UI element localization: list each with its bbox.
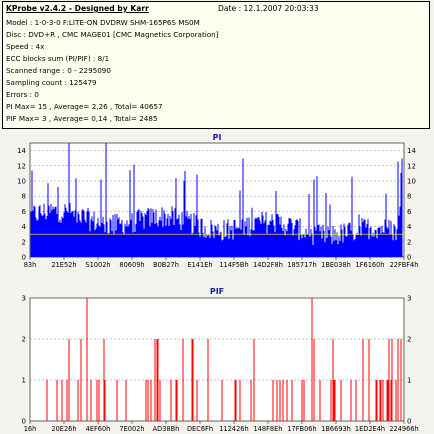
errors-line: Errors : 0 bbox=[6, 90, 39, 99]
pif-chart: PIF0 01 12 23 316h 20E26h 4EF60h 7E002h AD38Bh DE… bbox=[0, 281, 434, 434]
x-tick-label: 185717h bbox=[287, 261, 316, 269]
x-tick-label: 7E002h bbox=[119, 425, 144, 433]
scanned-range-line: Scanned range : 0 - 2295090 bbox=[6, 66, 111, 75]
x-tick-label: 20E26h bbox=[51, 425, 76, 433]
x-tick-label: 1B6693h bbox=[321, 425, 351, 433]
y-tick-right: 2 bbox=[407, 238, 411, 246]
y-tick-left: 1 bbox=[22, 377, 26, 385]
x-tick-label: 14D2F8h bbox=[253, 261, 283, 269]
pi-stats-line: PI Max= 15 , Average= 2,26 , Total= 4065… bbox=[6, 102, 163, 111]
pi-chart-panel: PI 0 0 2 2 4 4 6 6 8 8 10 10 12 12 14 14 83h 21E52h S1002h 8… bbox=[0, 131, 434, 275]
y-tick-right: 6 bbox=[407, 208, 412, 216]
ecc-blocks-line: ECC blocks sum (PI/PIF) : 8/1 bbox=[6, 54, 110, 63]
x-tick-label: AD38Bh bbox=[153, 425, 180, 433]
disc-info-panel: KProbe v2.4.2 - Designed by Karr Date : … bbox=[2, 1, 430, 129]
x-tick-label: 1ED2E4h bbox=[355, 425, 385, 433]
plot-area bbox=[29, 297, 405, 422]
app-title: KProbe v2.4.2 - Designed by Karr bbox=[6, 4, 149, 13]
chart-title: PIF bbox=[210, 287, 224, 296]
disc-line: Disc : DVD+R , CMC MAGE01 [CMC Magnetics… bbox=[6, 30, 219, 39]
scan-date: Date : 12.1.2007 20:03:33 bbox=[218, 4, 319, 13]
x-tick-label: 112426h bbox=[219, 425, 248, 433]
y-tick-right: 10 bbox=[407, 178, 416, 186]
y-tick-left: 3 bbox=[22, 295, 26, 303]
x-tick-label: DEC6Fh bbox=[187, 425, 213, 433]
x-tick-label: 4EF60h bbox=[86, 425, 111, 433]
sampling-count-line: Sampling count : 125479 bbox=[6, 78, 97, 87]
y-tick-right: 14 bbox=[407, 147, 416, 155]
y-tick-left: 10 bbox=[17, 178, 26, 186]
x-tick-label: 17FB06h bbox=[287, 425, 316, 433]
pif-chart-panel: PIF 0 0 1 1 2 2 3 3 16h 20E26h 4EF60h 7E002h AD38Bh DE… bbox=[0, 281, 434, 434]
x-tick-label: 224966h bbox=[389, 425, 418, 433]
y-tick-right: 8 bbox=[407, 193, 411, 201]
y-tick-right: 2 bbox=[407, 336, 411, 344]
model-line: Model : 1-0-3-0 F:LITE-ON DVDRW SHM-165P… bbox=[6, 18, 200, 27]
x-tick-label: 83h bbox=[24, 261, 37, 269]
speed-line: Speed : 4x bbox=[6, 42, 45, 51]
y-tick-right: 4 bbox=[407, 223, 412, 231]
x-tick-label: 114F5Bh bbox=[219, 261, 248, 269]
y-tick-left: 6 bbox=[22, 208, 27, 216]
y-tick-left: 8 bbox=[22, 193, 26, 201]
x-tick-label: 22FBF4h bbox=[390, 261, 419, 269]
x-tick-label: B0B27h bbox=[153, 261, 179, 269]
y-tick-left: 12 bbox=[17, 162, 26, 170]
y-tick-left: 4 bbox=[22, 223, 27, 231]
y-tick-right: 3 bbox=[407, 295, 411, 303]
x-tick-label: 1F6160h bbox=[356, 261, 385, 269]
y-tick-left: 2 bbox=[22, 238, 26, 246]
y-tick-left: 2 bbox=[22, 336, 26, 344]
x-tick-label: S1002h bbox=[85, 261, 110, 269]
y-tick-right: 12 bbox=[407, 162, 416, 170]
x-tick-label: E141Eh bbox=[187, 261, 212, 269]
chart-title: PI bbox=[213, 133, 222, 142]
pif-stats-line: PIF Max= 3 , Average= 0,14 , Total= 2485 bbox=[6, 114, 158, 123]
pi-chart: PI0 02 24 46 68 810 1012 1214 1483h 21E52h S1002h 8… bbox=[0, 131, 434, 275]
y-tick-right: 1 bbox=[407, 377, 411, 385]
x-tick-label: 80609h bbox=[119, 261, 144, 269]
x-tick-label: 1BE038h bbox=[321, 261, 351, 269]
y-tick-left: 14 bbox=[17, 147, 26, 155]
x-tick-label: 16h bbox=[24, 425, 37, 433]
x-tick-label: 148F8Eh bbox=[254, 425, 283, 433]
x-tick-label: 21E52h bbox=[51, 261, 76, 269]
